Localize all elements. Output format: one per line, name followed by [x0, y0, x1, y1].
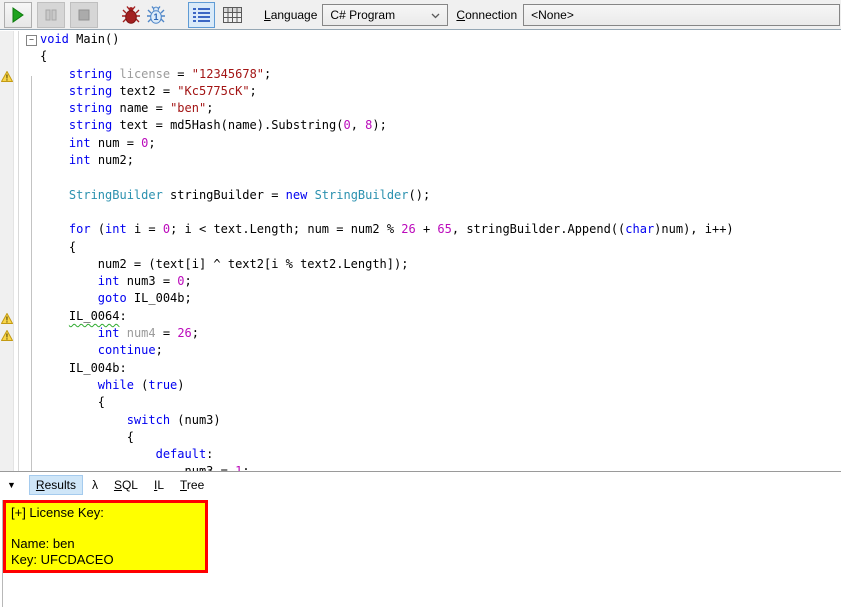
code-line: int num2;	[40, 153, 841, 170]
code-line	[40, 205, 841, 222]
output-tabbar: ▼ ResultsλSQLILTree	[0, 472, 841, 497]
play-icon	[11, 7, 25, 23]
language-label: Language	[264, 8, 317, 22]
connection-accesskey: C	[456, 8, 465, 22]
code-line: int num4 = 26;	[40, 326, 841, 343]
language-accesskey: L	[264, 8, 271, 22]
code-line: switch (num3)	[40, 413, 841, 430]
code-line	[40, 170, 841, 187]
svg-text:1: 1	[153, 12, 158, 22]
warning-icon: !	[1, 311, 13, 322]
svg-text:!: !	[6, 333, 9, 341]
svg-text:!: !	[6, 315, 9, 323]
code-editor-pane[interactable]: − void Main(){ string license = "1234567…	[0, 31, 841, 471]
warning-icon: !	[1, 328, 13, 339]
code-line: num2 = (text[i] ^ text2[i % text2.Length…	[40, 257, 841, 274]
code-line: for (int i = 0; i < text.Length; num = n…	[40, 222, 841, 239]
code-line: void Main()	[40, 32, 841, 49]
collapse-results-icon[interactable]: ▼	[7, 480, 16, 490]
code-line: string text2 = "Kc5775cK";	[40, 84, 841, 101]
connection-select[interactable]: <None>	[523, 4, 840, 26]
code-line: IL_004b:	[40, 361, 841, 378]
connection-label: Connection	[456, 8, 517, 22]
output-line	[11, 521, 200, 537]
rich-text-list-icon	[193, 7, 210, 23]
connection-label-text: onnection	[465, 8, 517, 22]
results-panel: [+] License Key: Name: benKey: UFCDACEO	[2, 500, 841, 607]
toolbar: 1	[0, 0, 841, 30]
language-label-text: anguage	[271, 8, 318, 22]
license-output-box: [+] License Key: Name: benKey: UFCDACEO	[3, 500, 208, 573]
tab-il[interactable]: IL	[147, 475, 171, 495]
code-line: string name = "ben";	[40, 101, 841, 118]
code-line: int num3 = 0;	[40, 274, 841, 291]
code-editor[interactable]: void Main(){ string license = "12345678"…	[0, 31, 841, 471]
tab-tree[interactable]: Tree	[173, 475, 211, 495]
stop-icon	[78, 9, 90, 21]
code-line: string text = md5Hash(name).Substring(0,…	[40, 118, 841, 135]
code-line: string license = "12345678";	[40, 67, 841, 84]
linqpad-window: 1	[0, 0, 841, 604]
pause-icon	[45, 9, 57, 21]
code-line: goto IL_004b;	[40, 291, 841, 308]
code-line: StringBuilder stringBuilder = new String…	[40, 188, 841, 205]
tab-x[interactable]: λ	[85, 475, 105, 495]
code-line: default:	[40, 447, 841, 464]
code-line: {	[40, 49, 841, 66]
output-line: Key: UFCDACEO	[11, 552, 200, 568]
language-select[interactable]: C# Program	[322, 4, 448, 26]
tab-sql[interactable]: SQL	[107, 475, 145, 495]
code-line: num3 = 1;	[40, 464, 841, 471]
output-panel: ▼ ResultsλSQLILTree [+] License Key: Nam…	[0, 471, 841, 604]
code-line: {	[40, 395, 841, 412]
code-line: {	[40, 240, 841, 257]
code-line: int num = 0;	[40, 136, 841, 153]
svg-text:!: !	[6, 73, 9, 81]
language-value: C# Program	[330, 8, 395, 22]
tab-results[interactable]: Results	[29, 475, 83, 495]
output-line: [+] License Key:	[11, 505, 200, 521]
code-line: {	[40, 430, 841, 447]
warning-icon: !	[1, 69, 13, 80]
data-grid-results-button[interactable]	[223, 7, 242, 23]
run-button[interactable]	[4, 2, 32, 28]
rich-text-results-button[interactable]	[188, 2, 215, 28]
code-line: while (true)	[40, 378, 841, 395]
stop-button	[70, 2, 98, 28]
output-line: Name: ben	[11, 536, 200, 552]
chevron-down-icon	[431, 8, 440, 22]
debug-bug-red-icon[interactable]	[121, 5, 141, 25]
pause-button	[37, 2, 65, 28]
debug-bug-blue-icon[interactable]: 1	[146, 5, 166, 25]
code-line: continue;	[40, 343, 841, 360]
connection-value: <None>	[531, 8, 574, 22]
code-line: IL_0064:	[40, 309, 841, 326]
